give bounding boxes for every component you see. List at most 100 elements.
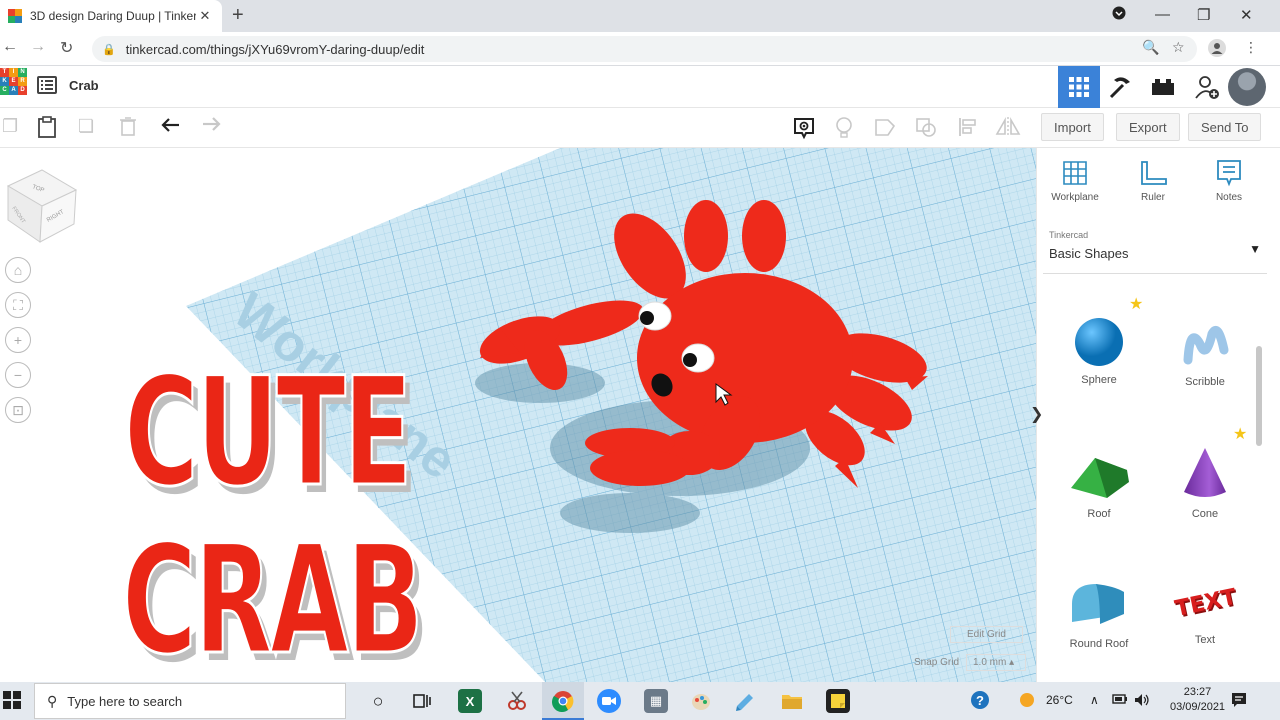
- bricks-icon[interactable]: [1142, 66, 1184, 108]
- undo-icon[interactable]: [161, 116, 181, 139]
- shape-label: Sphere: [1081, 374, 1117, 386]
- clock-date: 03/09/2021: [1170, 701, 1226, 713]
- battery-icon[interactable]: [1112, 693, 1128, 708]
- new-tab-button[interactable]: +: [232, 4, 244, 27]
- snipping-tool-icon[interactable]: [505, 689, 529, 713]
- zoom-out-icon[interactable]: −: [5, 362, 31, 388]
- calculator-icon[interactable]: ▦: [644, 689, 668, 713]
- clock-time: 23:27: [1183, 686, 1212, 698]
- shape-label: Round Roof: [1069, 638, 1129, 650]
- window-close-button[interactable]: ✕: [1240, 6, 1253, 24]
- shape-library-select[interactable]: Tinkercad Basic Shapes ▼: [1043, 228, 1267, 274]
- shapes-panel: Workplane Ruler Notes Tinkercad Basic Sh…: [1036, 148, 1280, 682]
- pickaxe-icon[interactable]: [1100, 66, 1142, 108]
- forward-button[interactable]: →: [30, 38, 46, 56]
- notes-icon: [1197, 158, 1261, 192]
- shape-sphere[interactable]: Sphere: [1049, 316, 1149, 386]
- zoom-icon[interactable]: 🔍: [1142, 39, 1159, 56]
- favorite-star-icon: ★: [1233, 426, 1248, 443]
- workplane-icon: [1043, 158, 1107, 192]
- ungroup-shapes-icon[interactable]: [914, 116, 938, 143]
- reload-button[interactable]: ↻: [60, 38, 73, 58]
- maximize-button[interactable]: ❐: [1197, 6, 1210, 24]
- taskbar-search[interactable]: ⚲ Type here to search: [34, 683, 346, 719]
- mirror-icon[interactable]: [995, 116, 1021, 143]
- back-button[interactable]: ←: [2, 38, 18, 56]
- zoom-in-icon[interactable]: +: [5, 327, 31, 353]
- taskbar-search-placeholder: Type here to search: [67, 693, 183, 709]
- windows-start-icon[interactable]: [3, 691, 21, 709]
- workplane-tool[interactable]: Workplane: [1043, 158, 1107, 203]
- shape-roof[interactable]: Roof: [1049, 448, 1149, 520]
- duplicate-icon[interactable]: ❏: [78, 116, 94, 137]
- profile-icon[interactable]: [1208, 39, 1226, 60]
- paint-icon[interactable]: [689, 689, 713, 713]
- zoom-app-icon[interactable]: [597, 689, 621, 713]
- collapse-panel-icon[interactable]: ❯: [1030, 404, 1043, 424]
- tinkercad-logo[interactable]: TIN KER CAD: [0, 68, 28, 106]
- shape-round-roof[interactable]: Round Roof: [1049, 576, 1149, 650]
- chrome-icon[interactable]: [551, 689, 575, 713]
- fit-view-icon[interactable]: ⛶: [5, 292, 31, 318]
- browser-tab[interactable]: 3D design Daring Duup | Tinkercad ✕: [0, 0, 222, 32]
- library-name: Basic Shapes: [1049, 246, 1129, 261]
- shape-cone[interactable]: Cone: [1155, 444, 1255, 520]
- redo-icon[interactable]: [201, 116, 221, 137]
- orthographic-view-icon[interactable]: ⊡: [5, 397, 31, 423]
- excel-icon[interactable]: X: [458, 689, 482, 713]
- volume-icon[interactable]: [1134, 693, 1150, 710]
- windows-taskbar: ⚲ Type here to search ○ X ▦ ? 26°C ∧ 23:…: [0, 682, 1280, 720]
- add-user-icon[interactable]: [1186, 66, 1228, 108]
- sticky-notes-icon[interactable]: [826, 689, 850, 713]
- import-button[interactable]: Import: [1041, 113, 1104, 141]
- view-cube[interactable]: TOP FRONT RIGHT: [6, 169, 78, 243]
- lightbulb-icon[interactable]: [834, 116, 854, 145]
- view-notes-icon[interactable]: [792, 116, 816, 145]
- minimize-button[interactable]: —: [1155, 6, 1170, 23]
- browser-menu-icon[interactable]: ⋮: [1244, 39, 1258, 56]
- design-title[interactable]: Crab: [69, 78, 99, 93]
- export-button[interactable]: Export: [1116, 113, 1180, 141]
- shape-text[interactable]: TEXT TEXT Text: [1155, 580, 1255, 646]
- align-icon[interactable]: [958, 116, 978, 143]
- cortana-icon[interactable]: ○: [366, 689, 390, 713]
- design-list-icon[interactable]: [37, 76, 57, 94]
- dropdown-arrow-icon: ▼: [1249, 242, 1261, 256]
- paste-icon[interactable]: [37, 116, 57, 143]
- text-shape-icon: TEXTTEXT: [1173, 585, 1238, 624]
- address-bar[interactable]: 🔒 tinkercad.com/things/jXYu69vromY-darin…: [92, 36, 1197, 62]
- copy-icon[interactable]: ❐: [2, 116, 18, 137]
- weather-temp[interactable]: 26°C: [1046, 693, 1073, 707]
- lock-icon: 🔒: [102, 43, 116, 56]
- profile-dropdown-icon[interactable]: [1112, 6, 1126, 24]
- edit-grid-button[interactable]: Edit Grid: [950, 626, 1023, 643]
- sphere-icon: [1075, 318, 1123, 366]
- shape-scribble[interactable]: Scribble: [1155, 320, 1255, 388]
- notification-center-icon[interactable]: [1230, 691, 1248, 712]
- snap-grid-select[interactable]: 1.0 mm ▴: [966, 654, 1026, 671]
- workplane-canvas[interactable]: Workplane TOP FRONT RIGHT ⌂ ⛶ + − ⊡ CUTE…: [0, 148, 1036, 682]
- tray-chevron-icon[interactable]: ∧: [1090, 693, 1099, 707]
- weather-icon[interactable]: [1018, 691, 1036, 712]
- search-icon: ⚲: [47, 692, 58, 709]
- task-view-icon[interactable]: [410, 689, 434, 713]
- send-to-button[interactable]: Send To: [1188, 113, 1262, 141]
- file-explorer-icon[interactable]: [780, 689, 804, 713]
- tab-close-icon[interactable]: ✕: [196, 8, 214, 24]
- 3d-design-view-button[interactable]: [1058, 66, 1100, 108]
- clock[interactable]: 23:27 03/09/2021: [1170, 685, 1225, 715]
- grid-icon: [1069, 77, 1089, 97]
- paint-3d-icon[interactable]: [733, 689, 757, 713]
- panel-scrollbar[interactable]: [1256, 346, 1262, 446]
- group-shapes-icon[interactable]: [873, 116, 897, 143]
- workplane-tool-label: Workplane: [1051, 192, 1099, 203]
- delete-icon[interactable]: [119, 116, 137, 141]
- roof-icon: [1071, 458, 1129, 498]
- ruler-tool[interactable]: Ruler: [1121, 158, 1185, 203]
- help-icon[interactable]: ?: [970, 690, 990, 713]
- notes-tool[interactable]: Notes: [1197, 158, 1261, 203]
- edit-toolbar: ❐ ❏ Import Export Send To: [0, 108, 1280, 148]
- home-view-icon[interactable]: ⌂: [5, 257, 31, 283]
- user-avatar[interactable]: [1228, 68, 1266, 106]
- bookmark-star-icon[interactable]: ☆: [1172, 39, 1185, 56]
